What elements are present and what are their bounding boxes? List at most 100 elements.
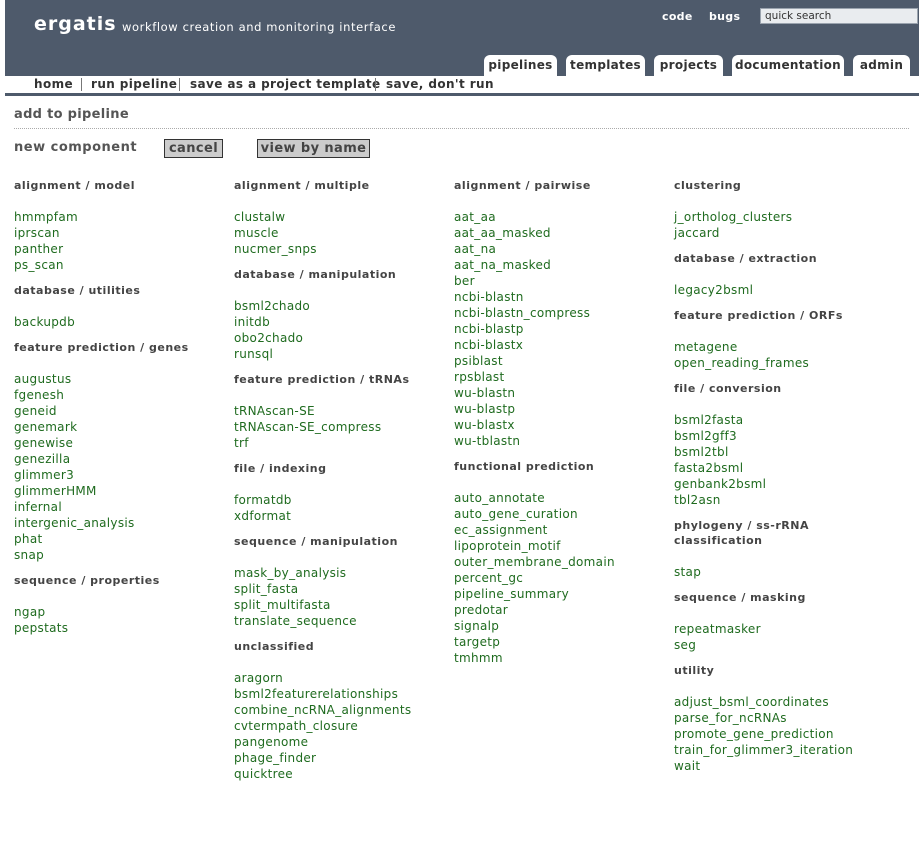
component-link-trf[interactable]: trf xyxy=(234,435,452,451)
quick-search-input[interactable] xyxy=(760,8,918,24)
component-link-ec-assignment[interactable]: ec_assignment xyxy=(454,522,672,538)
component-link-ngap[interactable]: ngap xyxy=(14,604,232,620)
component-link-initdb[interactable]: initdb xyxy=(234,314,452,330)
component-link-hmmpfam[interactable]: hmmpfam xyxy=(14,209,232,225)
component-link-bsml2fasta[interactable]: bsml2fasta xyxy=(674,412,892,428)
component-link-signalp[interactable]: signalp xyxy=(454,618,672,634)
component-link-genewise[interactable]: genewise xyxy=(14,435,232,451)
component-link-augustus[interactable]: augustus xyxy=(14,371,232,387)
component-link-stap[interactable]: stap xyxy=(674,564,892,580)
component-link-wu-blastx[interactable]: wu-blastx xyxy=(454,417,672,433)
component-link-aat-na[interactable]: aat_na xyxy=(454,241,672,257)
component-link-pangenome[interactable]: pangenome xyxy=(234,734,452,750)
code-link[interactable]: code xyxy=(662,10,693,23)
tab-documentation[interactable]: documentation xyxy=(732,55,844,76)
component-link-ncbi-blastn-compress[interactable]: ncbi-blastn_compress xyxy=(454,305,672,321)
component-link-muscle[interactable]: muscle xyxy=(234,225,452,241)
component-link-seg[interactable]: seg xyxy=(674,637,892,653)
component-link-aragorn[interactable]: aragorn xyxy=(234,670,452,686)
component-link-iprscan[interactable]: iprscan xyxy=(14,225,232,241)
component-link-aat-aa[interactable]: aat_aa xyxy=(454,209,672,225)
component-link-legacy2bsml[interactable]: legacy2bsml xyxy=(674,282,892,298)
component-link-genbank2bsml[interactable]: genbank2bsml xyxy=(674,476,892,492)
component-link-split-fasta[interactable]: split_fasta xyxy=(234,581,452,597)
component-link-lipoprotein-motif[interactable]: lipoprotein_motif xyxy=(454,538,672,554)
component-link-fgenesh[interactable]: fgenesh xyxy=(14,387,232,403)
component-link-metagene[interactable]: metagene xyxy=(674,339,892,355)
component-link-open-reading-frames[interactable]: open_reading_frames xyxy=(674,355,892,371)
component-link-ncbi-blastp[interactable]: ncbi-blastp xyxy=(454,321,672,337)
component-link-ncbi-blastx[interactable]: ncbi-blastx xyxy=(454,337,672,353)
component-link-parse-for-ncrnas[interactable]: parse_for_ncRNAs xyxy=(674,710,892,726)
component-link-trnascan-se[interactable]: tRNAscan-SE xyxy=(234,403,452,419)
component-link-aat-aa-masked[interactable]: aat_aa_masked xyxy=(454,225,672,241)
tab-pipelines[interactable]: pipelines xyxy=(484,55,557,76)
component-link-promote-gene-prediction[interactable]: promote_gene_prediction xyxy=(674,726,892,742)
cancel-button[interactable]: cancel xyxy=(164,139,223,158)
subnav-run-pipeline[interactable]: run pipeline xyxy=(91,77,177,91)
component-link-bsml2chado[interactable]: bsml2chado xyxy=(234,298,452,314)
component-link-wu-tblastn[interactable]: wu-tblastn xyxy=(454,433,672,449)
component-link-tbl2asn[interactable]: tbl2asn xyxy=(674,492,892,508)
component-link-mask-by-analysis[interactable]: mask_by_analysis xyxy=(234,565,452,581)
component-link-genezilla[interactable]: genezilla xyxy=(14,451,232,467)
component-link-runsql[interactable]: runsql xyxy=(234,346,452,362)
component-link-repeatmasker[interactable]: repeatmasker xyxy=(674,621,892,637)
component-link-panther[interactable]: panther xyxy=(14,241,232,257)
component-link-phat[interactable]: phat xyxy=(14,531,232,547)
component-link-aat-na-masked[interactable]: aat_na_masked xyxy=(454,257,672,273)
component-link-formatdb[interactable]: formatdb xyxy=(234,492,452,508)
component-link-bsml2gff3[interactable]: bsml2gff3 xyxy=(674,428,892,444)
component-link-tmhmm[interactable]: tmhmm xyxy=(454,650,672,666)
component-link-wait[interactable]: wait xyxy=(674,758,892,774)
subnav-home[interactable]: home xyxy=(34,77,73,91)
component-link-split-multifasta[interactable]: split_multifasta xyxy=(234,597,452,613)
component-link-psiblast[interactable]: psiblast xyxy=(454,353,672,369)
component-link-genemark[interactable]: genemark xyxy=(14,419,232,435)
component-link-fasta2bsml[interactable]: fasta2bsml xyxy=(674,460,892,476)
component-link-translate-sequence[interactable]: translate_sequence xyxy=(234,613,452,629)
component-link-glimmer3[interactable]: glimmer3 xyxy=(14,467,232,483)
component-link-auto-gene-curation[interactable]: auto_gene_curation xyxy=(454,506,672,522)
component-link-train-for-glimmer3-iteration[interactable]: train_for_glimmer3_iteration xyxy=(674,742,892,758)
component-link-geneid[interactable]: geneid xyxy=(14,403,232,419)
component-link-nucmer-snps[interactable]: nucmer_snps xyxy=(234,241,452,257)
component-link-phage-finder[interactable]: phage_finder xyxy=(234,750,452,766)
subnav-save-dont-run[interactable]: save, don't run xyxy=(386,77,494,91)
component-link-pipeline-summary[interactable]: pipeline_summary xyxy=(454,586,672,602)
view-by-name-button[interactable]: view by name xyxy=(257,139,370,158)
subnav-save-as-template[interactable]: save as a project template xyxy=(190,77,381,91)
component-link-ncbi-blastn[interactable]: ncbi-blastn xyxy=(454,289,672,305)
component-link-combine-ncrna-alignments[interactable]: combine_ncRNA_alignments xyxy=(234,702,452,718)
component-link-ber[interactable]: ber xyxy=(454,273,672,289)
component-link-glimmerhmm[interactable]: glimmerHMM xyxy=(14,483,232,499)
component-link-wu-blastp[interactable]: wu-blastp xyxy=(454,401,672,417)
component-link-backupdb[interactable]: backupdb xyxy=(14,314,232,330)
component-link-obo2chado[interactable]: obo2chado xyxy=(234,330,452,346)
component-link-quicktree[interactable]: quicktree xyxy=(234,766,452,782)
component-link-bsml2tbl[interactable]: bsml2tbl xyxy=(674,444,892,460)
component-link-cvtermpath-closure[interactable]: cvtermpath_closure xyxy=(234,718,452,734)
component-link-percent-gc[interactable]: percent_gc xyxy=(454,570,672,586)
component-link-jaccard[interactable]: jaccard xyxy=(674,225,892,241)
component-link-xdformat[interactable]: xdformat xyxy=(234,508,452,524)
component-link-adjust-bsml-coordinates[interactable]: adjust_bsml_coordinates xyxy=(674,694,892,710)
component-link-outer-membrane-domain[interactable]: outer_membrane_domain xyxy=(454,554,672,570)
component-link-clustalw[interactable]: clustalw xyxy=(234,209,452,225)
tab-templates[interactable]: templates xyxy=(566,55,645,76)
component-link-pepstats[interactable]: pepstats xyxy=(14,620,232,636)
component-link-targetp[interactable]: targetp xyxy=(454,634,672,650)
component-link-trnascan-se-compress[interactable]: tRNAscan-SE_compress xyxy=(234,419,452,435)
component-link-predotar[interactable]: predotar xyxy=(454,602,672,618)
component-link-intergenic-analysis[interactable]: intergenic_analysis xyxy=(14,515,232,531)
component-link-wu-blastn[interactable]: wu-blastn xyxy=(454,385,672,401)
component-link-bsml2featurerelationships[interactable]: bsml2featurerelationships xyxy=(234,686,452,702)
component-link-rpsblast[interactable]: rpsblast xyxy=(454,369,672,385)
bugs-link[interactable]: bugs xyxy=(709,10,740,23)
component-link-auto-annotate[interactable]: auto_annotate xyxy=(454,490,672,506)
app-logo[interactable]: ergatis xyxy=(34,13,117,35)
tab-admin[interactable]: admin xyxy=(853,55,910,76)
component-link-snap[interactable]: snap xyxy=(14,547,232,563)
component-link-infernal[interactable]: infernal xyxy=(14,499,232,515)
component-link-ps-scan[interactable]: ps_scan xyxy=(14,257,232,273)
